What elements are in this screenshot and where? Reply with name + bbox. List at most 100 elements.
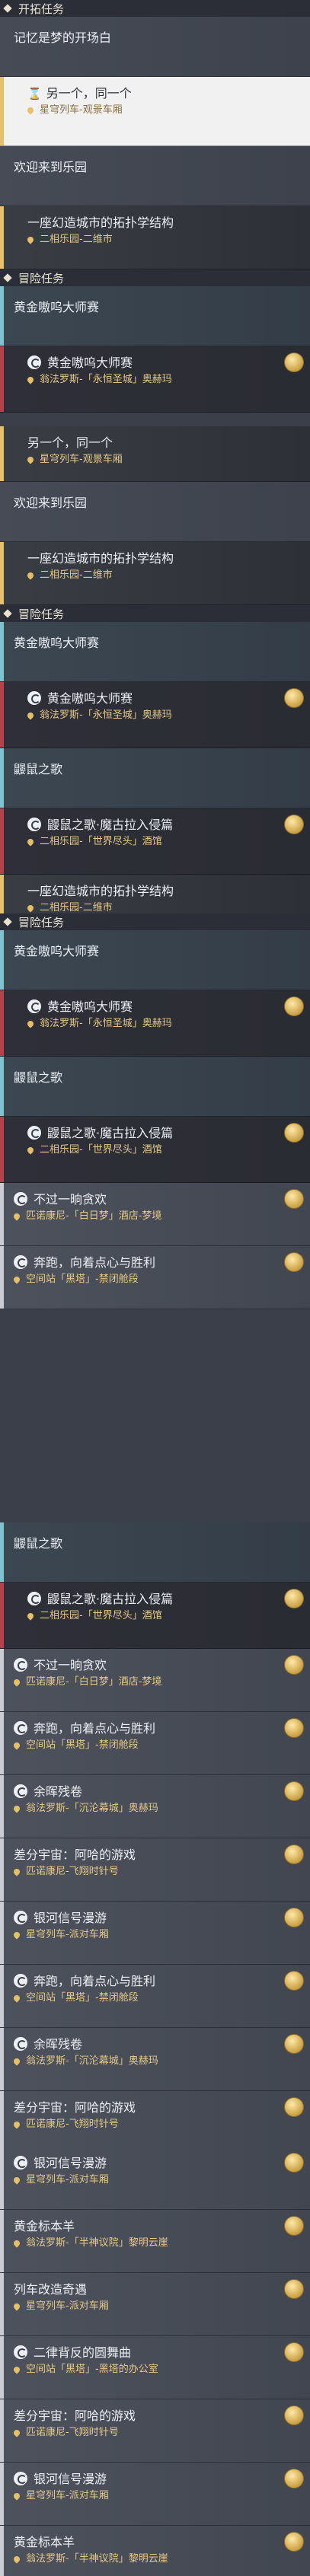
- location-pin-icon: [26, 837, 35, 846]
- reward-badge-icon: [284, 2097, 304, 2117]
- location-pin-icon: [26, 711, 35, 720]
- mission-icon: [14, 1784, 27, 1798]
- mission-item[interactable]: 鼹鼠之歌: [0, 1522, 310, 1583]
- mission-item[interactable]: 二律背反的圆舞曲 空间站「黑塔」-黑塔的办公室: [0, 2336, 310, 2399]
- mission-item[interactable]: 欢迎来到乐园: [0, 482, 310, 542]
- mission-item[interactable]: 鼹鼠之歌·魔古拉入侵篇 二相乐园-「世界尽头」酒馆: [0, 808, 310, 875]
- reward-badge-icon: [284, 2405, 304, 2425]
- location-pin-icon: [12, 2302, 21, 2311]
- mission-item[interactable]: 奔跑，向着点心与胜利 空间站「黑塔」-禁闭舱段: [0, 1965, 310, 2028]
- reward-badge-icon: [284, 1781, 304, 1801]
- reward-badge-icon: [284, 2216, 304, 2236]
- mission-item[interactable]: 银河信号漫游 星穹列车-派对车厢: [0, 1902, 310, 1965]
- mission-item[interactable]: 黄金标本羊 翁法罗斯-「半神议院」黎明云崖: [0, 2210, 310, 2273]
- mission-item[interactable]: 差分宇宙：阿哈的游戏 匹诺康尼-飞翔时针号: [0, 2399, 310, 2463]
- diamond-icon: [3, 273, 12, 282]
- mission-icon: [14, 2156, 27, 2170]
- mission-item[interactable]: 另一个，同一个 星穹列车-观景车厢: [0, 426, 310, 482]
- reward-badge-icon: [284, 352, 304, 372]
- reward-badge-icon: [284, 2342, 304, 2362]
- location-pin-icon: [26, 235, 35, 244]
- mission-icon: [14, 2037, 27, 2051]
- location-pin-icon: [26, 571, 35, 580]
- mission-item[interactable]: 黄金嗷呜大师赛 翁法罗斯-「永恒圣城」奥赫玛: [0, 682, 310, 748]
- mission-icon: [27, 999, 41, 1013]
- reward-badge-icon: [284, 815, 304, 834]
- mission-item[interactable]: 差分宇宙：阿哈的游戏 匹诺康尼-飞翔时针号: [0, 1838, 310, 1902]
- mission-item[interactable]: 奔跑，向着点心与胜利 空间站「黑塔」-禁闭舱段: [0, 1246, 310, 1309]
- location-pin-icon: [12, 2120, 21, 2129]
- location-pin-icon: [26, 904, 35, 913]
- diamond-icon: [3, 4, 12, 13]
- mission-icon: [14, 1255, 27, 1269]
- mission-item-selected[interactable]: ⌛ 另一个，同一个 星穹列车-观景车厢: [0, 77, 310, 146]
- mission-icon: [27, 1126, 41, 1140]
- location-pin-icon: [12, 1212, 21, 1221]
- reward-badge-icon: [284, 996, 304, 1016]
- location-pin-icon: [12, 1930, 21, 1940]
- reward-badge-icon: [284, 1971, 304, 1991]
- mission-item[interactable]: 银河信号漫游 星穹列车-派对车厢: [0, 2463, 310, 2526]
- section-header: 冒险任务: [0, 605, 310, 622]
- mission-item[interactable]: 记忆是梦的开场白: [0, 17, 310, 77]
- mission-item[interactable]: 银河信号漫游 星穹列车-派对车厢: [0, 2147, 310, 2210]
- location-pin-icon: [12, 1804, 21, 1813]
- mission-item[interactable]: 黄金嗷呜大师赛: [0, 930, 310, 990]
- mission-item[interactable]: 鼹鼠之歌: [0, 748, 310, 808]
- mission-item[interactable]: 欢迎来到乐园: [0, 146, 310, 206]
- mission-icon: [14, 1721, 27, 1735]
- mission-icon: [14, 1974, 27, 1988]
- mission-item[interactable]: 黄金嗷呜大师赛 翁法罗斯-「永恒圣城」奥赫玛: [0, 346, 310, 413]
- mission-item[interactable]: 黄金标本羊 翁法罗斯-「半神议院」黎明云崖: [0, 2526, 310, 2576]
- mission-icon: [27, 691, 41, 705]
- location-pin-icon: [12, 2239, 21, 2248]
- location-pin-icon: [26, 1146, 35, 1155]
- location-pin-icon: [26, 1612, 35, 1621]
- location-pin-icon: [26, 106, 35, 115]
- reward-badge-icon: [284, 688, 304, 708]
- mission-icon: [14, 1658, 27, 1672]
- reward-badge-icon: [284, 1844, 304, 1864]
- reward-badge-icon: [284, 2153, 304, 2173]
- location-pin-icon: [12, 1678, 21, 1687]
- reward-badge-icon: [284, 1908, 304, 1927]
- mission-item[interactable]: 一座幻造城市的拓扑学结构 二相乐园-二维市: [0, 206, 310, 269]
- hourglass-icon: ⌛: [27, 87, 42, 100]
- location-pin-icon: [12, 2492, 21, 2501]
- reward-badge-icon: [284, 2532, 304, 2552]
- mission-item[interactable]: 奔跑，向着点心与胜利 空间站「黑塔」-禁闭舱段: [0, 1712, 310, 1775]
- mission-item[interactable]: 鼹鼠之歌·魔古拉入侵篇 二相乐园-「世界尽头」酒馆: [0, 1583, 310, 1649]
- mission-item[interactable]: 鼹鼠之歌·魔古拉入侵篇 二相乐园-「世界尽头」酒馆: [0, 1117, 310, 1183]
- reward-badge-icon: [284, 2034, 304, 2054]
- mission-icon: [14, 2472, 27, 2485]
- mission-item[interactable]: 不过一晌贪欢 匹诺康尼-「白日梦」酒店-梦境: [0, 1183, 310, 1246]
- location-pin-icon: [12, 2428, 21, 2437]
- mission-item[interactable]: 黄金嗷呜大师赛 翁法罗斯-「永恒圣城」奥赫玛: [0, 990, 310, 1057]
- reward-badge-icon: [284, 1252, 304, 1272]
- section-header: 冒险任务: [0, 269, 310, 286]
- mission-item[interactable]: 一座幻造城市的拓扑学结构 二相乐园-二维市: [0, 542, 310, 605]
- mission-item[interactable]: 黄金嗷呜大师赛: [0, 622, 310, 682]
- location-pin-icon: [12, 2365, 21, 2374]
- reward-badge-icon: [284, 1123, 304, 1143]
- mission-item[interactable]: 一座幻造城市的拓扑学结构 二相乐园-二维市: [0, 875, 310, 913]
- mission-item[interactable]: 差分宇宙：阿哈的游戏 匹诺康尼-飞翔时针号: [0, 2091, 310, 2147]
- location-pin-icon: [12, 2555, 21, 2564]
- mission-icon: [14, 1911, 27, 1924]
- location-pin-icon: [12, 1741, 21, 1750]
- section-header: 冒险任务: [0, 913, 310, 930]
- location-pin-icon: [26, 375, 35, 384]
- mission-item[interactable]: 不过一晌贪欢 匹诺康尼-「白日梦」酒店-梦境: [0, 1649, 310, 1712]
- reward-badge-icon: [284, 2279, 304, 2299]
- location-pin-icon: [12, 2057, 21, 2066]
- mission-item[interactable]: 黄金嗷呜大师赛: [0, 286, 310, 346]
- mission-item[interactable]: 余晖残卷 翁法罗斯-「沉沦幕城」奥赫玛: [0, 2028, 310, 2091]
- reward-badge-icon: [284, 1589, 304, 1608]
- section-header: 开拓任务: [0, 0, 310, 17]
- mission-item[interactable]: 列车改造奇遇 星穹列车-派对车厢: [0, 2273, 310, 2336]
- mission-item[interactable]: 余晖残卷 翁法罗斯-「沉沦幕城」奥赫玛: [0, 1775, 310, 1838]
- mission-icon: [14, 1192, 27, 1206]
- mission-item[interactable]: 鼹鼠之歌: [0, 1057, 310, 1117]
- diamond-icon: [3, 609, 12, 618]
- location-pin-icon: [12, 1994, 21, 2003]
